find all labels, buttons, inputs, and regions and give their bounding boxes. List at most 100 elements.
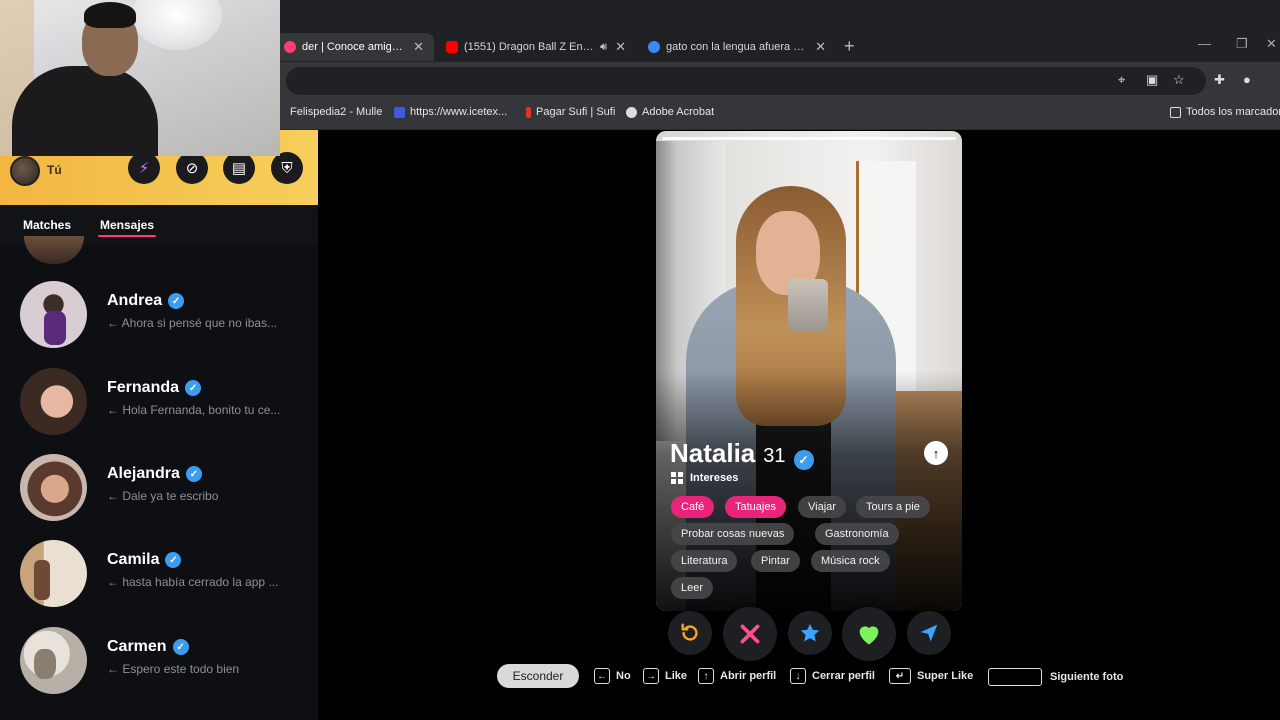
window-close-icon[interactable]: ✕ bbox=[1266, 36, 1277, 52]
webcam-overlay bbox=[0, 0, 280, 156]
verified-icon: ✓ bbox=[172, 639, 189, 655]
list-item[interactable]: Fernanda ✓ ← Hola Fernanda, bonito tu ce.… bbox=[0, 368, 318, 454]
shortcut-label: Abrir perfil bbox=[720, 670, 777, 682]
explore-icon[interactable]: ⊘ bbox=[176, 152, 208, 184]
install-app-icon[interactable]: ▣ bbox=[1146, 72, 1158, 88]
star-icon bbox=[800, 623, 820, 642]
bookmark-label: Felispedia2 - Mulle bbox=[290, 106, 383, 118]
interest-chip: Música rock bbox=[811, 550, 890, 572]
shortcut-super-like: ↵ Super Like bbox=[889, 668, 973, 684]
verified-icon: ✓ bbox=[185, 466, 202, 482]
shortcut-open-profile: ↑ Abrir perfil bbox=[698, 668, 776, 684]
shortcut-label: No bbox=[616, 670, 631, 682]
shortcut-next-photo: Siguiente foto bbox=[988, 668, 1123, 686]
interests-title: Intereses bbox=[690, 472, 739, 484]
arrow-down-icon: ↓ bbox=[790, 668, 806, 684]
send-icon bbox=[920, 624, 938, 642]
open-profile-icon[interactable]: ↑ bbox=[924, 441, 948, 465]
close-icon bbox=[740, 624, 760, 644]
new-tab-icon[interactable]: + bbox=[844, 36, 855, 57]
all-bookmarks-folder[interactable]: Todos los marcadores bbox=[1170, 106, 1280, 118]
verified-icon: ✓ bbox=[185, 380, 202, 396]
list-item[interactable]: Andrea ✓ ← Ahora si pensé que no ibas... bbox=[0, 281, 318, 367]
shortcut-label: Super Like bbox=[917, 670, 974, 682]
avatar bbox=[20, 627, 87, 694]
extensions-icon[interactable]: ✚ bbox=[1214, 72, 1225, 88]
location-icon[interactable]: ⌖ bbox=[1118, 72, 1125, 88]
heart-icon bbox=[859, 626, 879, 645]
avatar bbox=[20, 281, 87, 348]
list-item[interactable]: Camila ✓ ← hasta había cerrado la app ... bbox=[0, 540, 318, 626]
tab-title: (1551) Dragon Ball Z Endin bbox=[464, 41, 595, 53]
tab-title: der | Conoce amigos y gent bbox=[302, 41, 405, 53]
photo-progress-bar bbox=[662, 137, 956, 140]
shortcut-label: Cerrar perfil bbox=[812, 670, 875, 682]
bookmark-item[interactable]: Pagar Sufi | Sufi bbox=[526, 106, 615, 118]
profile-icon[interactable]: ● bbox=[1243, 72, 1251, 87]
boost-button[interactable] bbox=[907, 611, 951, 655]
bookmark-label: Adobe Acrobat bbox=[642, 106, 715, 118]
shortcut-like: → Like bbox=[643, 668, 687, 684]
profile-name: Natalia 31 ✓ bbox=[670, 438, 814, 470]
interest-chip: Literatura bbox=[671, 550, 738, 572]
arrow-up-icon: ↑ bbox=[698, 668, 714, 684]
folder-icon bbox=[1170, 106, 1181, 118]
interest-chip: Tatuajes bbox=[725, 496, 786, 518]
interest-chip: Viajar bbox=[798, 496, 846, 518]
conversation-name: Fernanda ✓ bbox=[107, 379, 202, 397]
bookmark-item[interactable]: Adobe Acrobat bbox=[626, 106, 714, 118]
tab-close-icon[interactable]: ✕ bbox=[815, 39, 826, 55]
super-like-button[interactable] bbox=[788, 611, 832, 655]
bookmark-favicon-icon bbox=[626, 106, 637, 118]
rewind-button[interactable] bbox=[668, 611, 712, 655]
avatar bbox=[20, 368, 87, 435]
bookmark-star-icon[interactable]: ☆ bbox=[1173, 72, 1185, 88]
conversation-name: Camila ✓ bbox=[107, 551, 182, 569]
message-preview: ← hasta había cerrado la app ... bbox=[107, 575, 279, 589]
interest-chip: Café bbox=[671, 496, 715, 518]
tab-close-icon[interactable]: ✕ bbox=[413, 39, 424, 55]
bookmark-item[interactable]: https://www.icetex... bbox=[394, 106, 507, 118]
tab-tinder[interactable]: der | Conoce amigos y gent ✕ bbox=[276, 33, 434, 61]
tab-title: gato con la lengua afuera mem bbox=[666, 41, 808, 53]
tab-messages[interactable]: Mensajes bbox=[97, 218, 157, 237]
interest-chip: Tours a pie bbox=[856, 496, 930, 518]
tinder-favicon-icon bbox=[284, 41, 296, 53]
shield-icon[interactable]: ⛨ bbox=[271, 152, 303, 184]
list-item[interactable]: Carmen ✓ ← Espero este todo bien bbox=[0, 627, 318, 713]
hide-shortcuts-button[interactable]: Esconder bbox=[497, 664, 579, 688]
my-profile-label[interactable]: Tú bbox=[47, 163, 62, 177]
screen: der | Conoce amigos y gent ✕ (1551) Drag… bbox=[0, 0, 1280, 720]
minimize-icon[interactable]: — bbox=[1198, 36, 1211, 51]
verified-icon: ✓ bbox=[793, 450, 814, 470]
grid-icon bbox=[671, 472, 683, 484]
youtube-favicon-icon bbox=[446, 41, 458, 53]
profile-name-text: Natalia bbox=[670, 438, 756, 468]
list-item[interactable]: Alejandra ✓ ← Dale ya te escribo bbox=[0, 454, 318, 540]
briefcase-icon[interactable]: ▤ bbox=[223, 152, 255, 184]
interest-chip: Gastronomía bbox=[815, 523, 899, 545]
bookmark-item[interactable]: Felispedia2 - Mulle bbox=[290, 106, 382, 118]
bookmark-label: https://www.icetex... bbox=[410, 106, 508, 118]
space-key-icon bbox=[988, 668, 1042, 686]
avatar[interactable] bbox=[10, 156, 40, 186]
shortcut-label: Like bbox=[665, 670, 688, 682]
interest-chip: Pintar bbox=[751, 550, 800, 572]
avatar bbox=[20, 454, 87, 521]
tab-google[interactable]: gato con la lengua afuera mem ✕ bbox=[640, 33, 836, 61]
enter-key-icon: ↵ bbox=[889, 668, 911, 684]
restore-icon[interactable]: ❐ bbox=[1236, 36, 1248, 52]
verified-icon: ✓ bbox=[168, 293, 185, 309]
shortcut-no: ← No bbox=[594, 668, 631, 684]
message-preview: ← Dale ya te escribo bbox=[107, 489, 219, 503]
like-button[interactable] bbox=[842, 607, 896, 661]
boost-icon[interactable]: ⚡︎ bbox=[128, 152, 160, 184]
speaker-icon[interactable]: 🔊︎ bbox=[600, 41, 607, 54]
tab-close-icon[interactable]: ✕ bbox=[615, 39, 626, 55]
tab-matches[interactable]: Matches bbox=[23, 218, 71, 232]
nope-button[interactable] bbox=[723, 607, 777, 661]
tab-youtube[interactable]: (1551) Dragon Ball Z Endin 🔊︎ ✕ bbox=[438, 33, 636, 61]
shortcut-label: Siguiente foto bbox=[1050, 671, 1124, 683]
message-preview: ← Ahora si pensé que no ibas... bbox=[107, 316, 278, 330]
address-bar[interactable] bbox=[286, 67, 1206, 95]
